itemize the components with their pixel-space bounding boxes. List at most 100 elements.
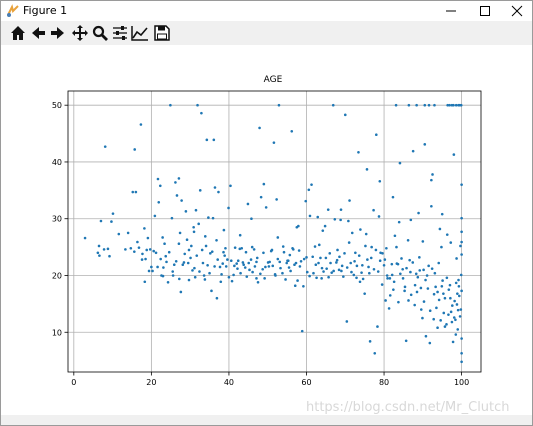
data-point — [437, 261, 441, 265]
data-point — [316, 215, 320, 219]
data-point — [448, 283, 452, 287]
data-point — [172, 263, 176, 267]
data-point — [392, 288, 395, 291]
data-point — [233, 264, 236, 268]
data-point — [453, 299, 456, 303]
data-point — [281, 271, 284, 275]
configure-subplots-button[interactable] — [110, 23, 130, 43]
data-point — [413, 283, 417, 287]
data-point — [163, 242, 166, 246]
data-point — [416, 275, 420, 279]
edit-axis-button[interactable] — [130, 23, 150, 43]
data-point — [174, 181, 177, 184]
data-point — [457, 284, 461, 288]
data-point — [259, 195, 263, 199]
data-point — [111, 212, 115, 215]
data-point — [349, 261, 353, 265]
data-point — [171, 274, 175, 277]
data-point — [205, 138, 209, 142]
data-point — [219, 280, 223, 284]
data-point — [238, 247, 242, 251]
data-point — [146, 236, 150, 240]
data-point — [276, 236, 280, 239]
x-tick-label: 20 — [146, 378, 156, 387]
data-point — [248, 268, 251, 272]
data-point — [251, 270, 254, 274]
figure-window: Figure 1 AGE 0 20 40 60 80 100 10 20 30 … — [0, 0, 533, 426]
maximize-button[interactable] — [468, 1, 502, 21]
data-point — [129, 246, 133, 250]
data-point — [438, 227, 442, 231]
data-point — [238, 233, 242, 237]
data-point — [419, 308, 423, 311]
data-point — [156, 265, 159, 269]
data-point — [215, 238, 218, 242]
pan-button[interactable] — [70, 23, 90, 43]
data-point — [220, 273, 223, 276]
data-point — [447, 313, 450, 316]
title-bar[interactable]: Figure 1 — [1, 1, 532, 21]
data-point — [268, 260, 271, 264]
data-point — [297, 224, 300, 228]
data-point — [203, 278, 207, 281]
data-point — [376, 270, 380, 273]
y-tick-label: 40 — [52, 158, 62, 167]
data-point — [333, 217, 337, 221]
data-point — [245, 275, 249, 278]
data-point — [184, 210, 188, 213]
data-point — [177, 177, 181, 180]
data-point — [440, 284, 444, 288]
figure-canvas[interactable]: AGE 0 20 40 60 80 100 10 20 30 40 50 — [1, 45, 532, 415]
data-point — [447, 288, 451, 291]
data-point — [353, 260, 356, 263]
data-point — [147, 269, 151, 273]
forward-button[interactable] — [48, 23, 68, 43]
data-point — [380, 283, 384, 286]
data-point — [340, 264, 344, 268]
data-point — [409, 293, 413, 297]
data-point — [267, 265, 271, 268]
data-point — [224, 246, 227, 250]
data-point — [131, 190, 135, 194]
data-point — [233, 246, 237, 249]
data-point — [236, 259, 240, 263]
data-point — [407, 299, 410, 302]
data-point — [293, 284, 297, 288]
data-point — [452, 153, 456, 156]
data-point — [335, 261, 338, 264]
data-point — [442, 311, 446, 315]
data-point — [161, 236, 164, 239]
zoom-button[interactable] — [90, 23, 110, 43]
data-point — [376, 325, 379, 328]
data-point — [457, 294, 461, 298]
data-point — [428, 309, 432, 312]
data-point — [161, 274, 165, 278]
data-point — [137, 246, 141, 249]
back-arrow-icon — [32, 27, 45, 39]
data-point — [343, 252, 346, 255]
data-point — [357, 254, 361, 257]
home-button[interactable] — [8, 23, 28, 43]
data-point — [239, 271, 242, 275]
data-point — [102, 248, 106, 251]
x-tick-label: 40 — [224, 378, 234, 387]
save-button[interactable] — [152, 23, 172, 43]
data-point — [460, 183, 463, 186]
scatter-plot[interactable]: AGE 0 20 40 60 80 100 10 20 30 40 50 — [1, 45, 532, 415]
y-tick-label: 10 — [52, 328, 62, 337]
data-point — [287, 266, 291, 269]
data-point — [186, 261, 190, 265]
back-button[interactable] — [28, 23, 48, 43]
data-point — [126, 231, 130, 235]
data-point — [345, 320, 349, 323]
data-point — [407, 103, 411, 107]
close-button[interactable] — [500, 1, 533, 21]
data-point — [264, 206, 268, 209]
data-point — [454, 318, 457, 322]
data-point — [310, 183, 313, 186]
data-point — [96, 251, 100, 255]
data-point — [368, 340, 372, 343]
minimize-button[interactable] — [434, 1, 468, 21]
data-point — [178, 231, 182, 235]
data-point — [261, 267, 264, 271]
